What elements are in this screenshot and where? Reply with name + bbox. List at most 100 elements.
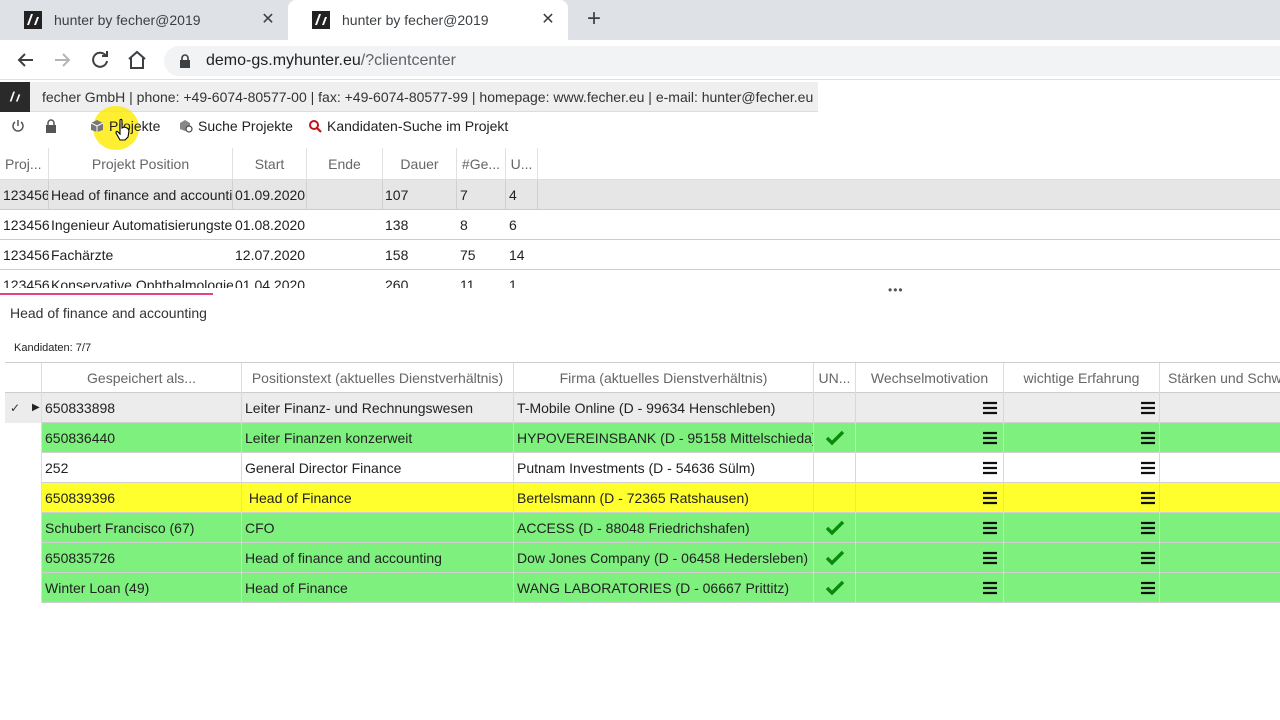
positionstext-cell: Head of Finance <box>242 573 514 603</box>
start-cell: 12.07.2020 <box>235 247 306 263</box>
tab-title: hunter by fecher@2019 <box>342 12 489 28</box>
wechselmotivation-cell <box>856 453 1004 483</box>
home-icon[interactable] <box>125 48 149 72</box>
menu-icon[interactable] <box>983 491 997 505</box>
forward-icon[interactable] <box>50 48 74 72</box>
ende-cell <box>307 240 383 270</box>
project-row[interactable]: 123456 Head of finance and accounting 01… <box>0 180 1280 210</box>
menu-icon[interactable] <box>1141 401 1155 415</box>
positionstext-cell: Head of finance and accounting <box>242 543 514 573</box>
firma-cell: Putnam Investments (D - 54636 Sülm) <box>514 453 814 483</box>
menu-icon[interactable] <box>1141 521 1155 535</box>
candidates-grid: Gespeichert als... Positionstext (aktuel… <box>5 362 1280 603</box>
candidate-row[interactable]: 650839396 Head of Finance Bertelsmann (D… <box>5 483 1280 513</box>
menu-icon[interactable] <box>1141 431 1155 445</box>
menu-icon[interactable] <box>983 401 997 415</box>
reload-icon[interactable] <box>88 48 112 72</box>
menu-icon[interactable] <box>1141 491 1155 505</box>
splitter-handle[interactable]: ••• <box>888 283 904 297</box>
new-tab-icon[interactable]: + <box>582 6 606 34</box>
project-detail-title: Head of finance and accounting <box>10 305 207 321</box>
ge-cell: 11 <box>460 277 475 288</box>
menu-icon[interactable] <box>1141 461 1155 475</box>
un-cell <box>814 453 856 483</box>
column-header-staerken[interactable]: Stärken und Schwächen <box>1160 363 1280 393</box>
candidate-row[interactable]: 650836440 Leiter Finanzen konzerweit HYP… <box>5 423 1280 453</box>
start-cell: 01.09.2020 <box>233 180 307 210</box>
ende-cell <box>307 180 383 210</box>
project-row[interactable]: 123456 Fachärzte 12.07.2020 158 75 14 <box>0 240 1280 270</box>
firma-cell: Bertelsmann (D - 72365 Ratshausen) <box>514 483 814 513</box>
menu-icon[interactable] <box>983 581 997 595</box>
menu-icon[interactable] <box>983 521 997 535</box>
wechselmotivation-cell <box>856 573 1004 603</box>
proj-cell: 123456 <box>3 247 49 263</box>
url-field[interactable]: demo-gs.myhunter.eu/?clientcenter <box>164 46 1280 76</box>
ge-cell: 8 <box>460 217 468 233</box>
candidate-row[interactable]: 252 General Director Finance Putnam Inve… <box>5 453 1280 483</box>
row-gutter <box>5 483 42 513</box>
positionstext-cell: Leiter Finanzen konzerweit <box>242 423 514 453</box>
column-header-positionstext[interactable]: Positionstext (aktuelles Dienstverhältni… <box>242 363 514 393</box>
power-icon[interactable] <box>10 118 26 134</box>
menu-icon[interactable] <box>983 431 997 445</box>
tab-title: hunter by fecher@2019 <box>54 12 201 28</box>
suche-projekte-button[interactable]: Suche Projekte <box>179 116 293 136</box>
column-header-firma[interactable]: Firma (aktuelles Dienstverhältnis) <box>514 363 814 393</box>
column-header-wichtige-erfahrung[interactable]: wichtige Erfahrung <box>1004 363 1160 393</box>
start-cell: 01.08.2020 <box>235 217 306 233</box>
column-header-proj[interactable]: Proj... <box>0 148 49 180</box>
browser-tab[interactable]: hunter by fecher@2019 ✕ <box>0 0 288 40</box>
row-gutter <box>5 513 42 543</box>
project-row[interactable]: 123456 Ingenieur Automatisierungstechnik… <box>0 210 1280 240</box>
column-header-un[interactable]: UN... <box>814 363 856 393</box>
menu-icon[interactable] <box>1141 551 1155 565</box>
un-cell <box>814 573 856 603</box>
back-icon[interactable] <box>14 48 38 72</box>
close-tab-icon[interactable]: ✕ <box>538 10 558 30</box>
lock-icon[interactable] <box>43 118 59 134</box>
projects-grid-header: Proj... Projekt Position Start Ende Daue… <box>0 148 1280 180</box>
close-tab-icon[interactable]: ✕ <box>258 10 278 30</box>
column-header-start[interactable]: Start <box>233 148 307 180</box>
gespeichert-cell: 650839396 <box>42 483 242 513</box>
gespeichert-cell: 650835726 <box>42 543 242 573</box>
browser-tab-active[interactable]: hunter by fecher@2019 ✕ <box>288 0 568 40</box>
u-cell: 14 <box>509 247 525 263</box>
project-row[interactable]: 123456 Konservative Ophthalmologie 01.04… <box>0 270 1280 288</box>
row-gutter <box>5 573 42 603</box>
menu-icon[interactable] <box>1141 581 1155 595</box>
candidate-row[interactable]: Winter Loan (49) Head of Finance WANG LA… <box>5 573 1280 603</box>
candidate-row[interactable]: Schubert Francisco (67) CFO ACCESS (D - … <box>5 513 1280 543</box>
column-header-ge[interactable]: #Ge... <box>457 148 506 180</box>
firma-cell: ACCESS (D - 88048 Friedrichshafen) <box>514 513 814 543</box>
column-header-u[interactable]: U... <box>506 148 538 180</box>
column-header-dauer[interactable]: Dauer <box>383 148 457 180</box>
gespeichert-cell: Winter Loan (49) <box>42 573 242 603</box>
column-header-ende[interactable]: Ende <box>307 148 383 180</box>
lock-icon <box>180 54 190 68</box>
menu-icon[interactable] <box>983 551 997 565</box>
firma-cell: HYPOVEREINSBANK (D - 95158 Mittelschieda… <box>514 423 814 453</box>
positionstext-cell: General Director Finance <box>242 453 514 483</box>
gespeichert-cell: 650836440 <box>42 423 242 453</box>
candidate-row[interactable]: 650835726 Head of finance and accounting… <box>5 543 1280 573</box>
column-header-gespeichert[interactable]: Gespeichert als... <box>42 363 242 393</box>
expand-arrow-icon[interactable]: ▶ <box>32 393 40 423</box>
position-cell: Ingenieur Automatisierungstechnik <box>51 217 233 233</box>
checkmark-icon[interactable]: ✓ <box>10 393 20 423</box>
un-cell <box>814 393 856 423</box>
gespeichert-cell: Schubert Francisco (67) <box>42 513 242 543</box>
column-header-wechselmotivation[interactable]: Wechselmotivation <box>856 363 1004 393</box>
wechselmotivation-cell <box>856 513 1004 543</box>
ge-cell: 75 <box>460 247 476 263</box>
proj-cell: 123456 <box>3 180 49 210</box>
column-header-position[interactable]: Projekt Position <box>49 148 233 180</box>
un-cell <box>814 513 856 543</box>
ende-cell <box>307 270 383 288</box>
wichtige-erfahrung-cell <box>1004 423 1160 453</box>
wichtige-erfahrung-cell <box>1004 543 1160 573</box>
candidate-row[interactable]: ✓ ▶ 650833898 Leiter Finanz- und Rechnun… <box>5 393 1280 423</box>
kandidaten-suche-button[interactable]: Kandidaten-Suche im Projekt <box>308 116 508 136</box>
menu-icon[interactable] <box>983 461 997 475</box>
